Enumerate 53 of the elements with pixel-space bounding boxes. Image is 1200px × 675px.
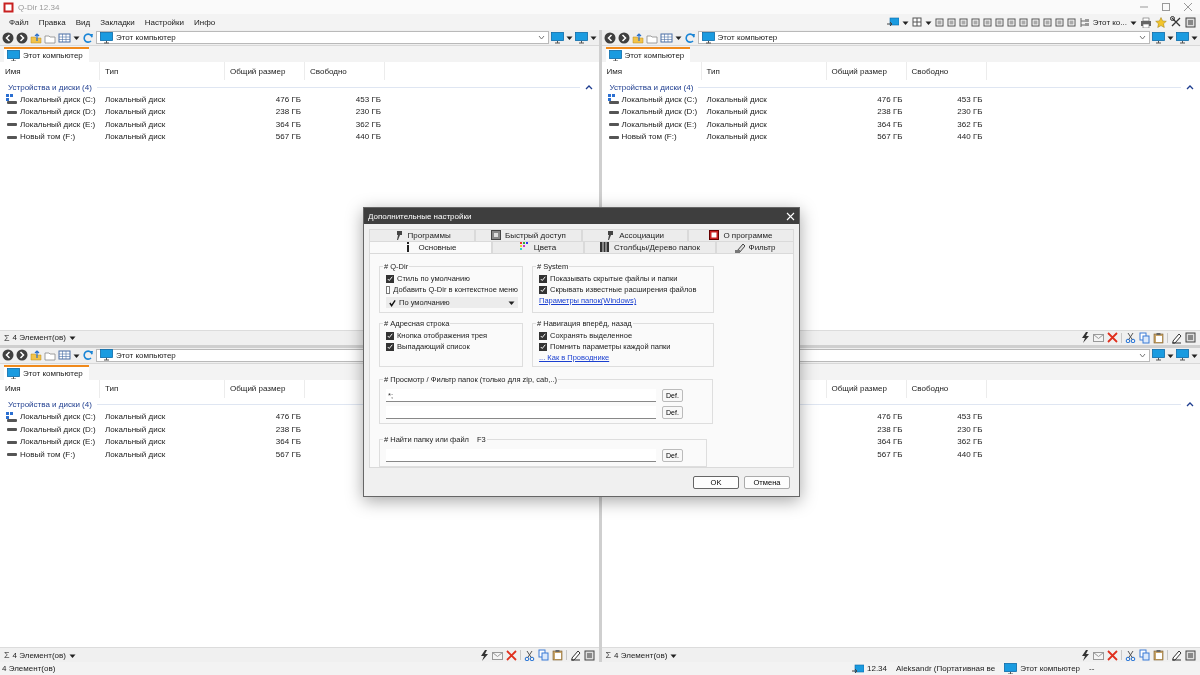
status-text: -- (1089, 664, 1095, 673)
table-cell-text: 476 ГБ (876, 94, 904, 104)
table-cell-text: 238 ГБ (274, 424, 302, 434)
table-cell-text: Локальный диск (104, 107, 167, 117)
table-cell-text: 364 ГБ (876, 119, 904, 129)
table-cell-text: 476 ГБ (274, 412, 302, 422)
sum-icon: Σ (4, 650, 10, 660)
table-cell-text: Локальный диск (104, 449, 167, 459)
table-cell-text: 440 ГБ (354, 132, 382, 142)
address-text: Этот компьютер (116, 350, 177, 360)
table-cell-text: 476 ГБ (876, 412, 904, 422)
table-cell-text: Локальный диск (104, 424, 167, 434)
table-cell-text: 364 ГБ (274, 119, 302, 129)
table-cell-text: 238 ГБ (274, 107, 302, 117)
table-cell-text: Локальный диск (705, 94, 768, 104)
table-cell-text: 440 ГБ (956, 449, 984, 459)
table-cell-text: 453 ГБ (956, 94, 984, 104)
table-cell-text: 567 ГБ (876, 449, 904, 459)
table-cell-text: Локальный диск (705, 119, 768, 129)
table-cell-text: 453 ГБ (956, 412, 984, 422)
table-cell-text: Локальный диск (104, 437, 167, 447)
table-cell-text: Локальный диск (104, 119, 167, 129)
sum-icon: Σ (4, 332, 10, 343)
table-cell-text: 362 ГБ (956, 437, 984, 447)
table-cell-text: 230 ГБ (956, 424, 984, 434)
table-cell-text: Локальный диск (104, 132, 167, 142)
window-title: Q-Dir 12.34 (18, 2, 60, 12)
table-cell-text: 238 ГБ (876, 107, 904, 117)
sum-icon: Σ (605, 650, 612, 660)
table-cell-text: Локальный диск (104, 94, 167, 104)
table-cell-text: 230 ГБ (354, 107, 382, 117)
user-text: Aleksandr (Портативная ве (896, 664, 996, 673)
table-cell-text: 567 ГБ (274, 132, 302, 142)
table-cell-text: 440 ГБ (956, 132, 984, 142)
location-text: Этот компьютер (1020, 664, 1081, 673)
table-cell-text: 364 ГБ (274, 437, 302, 447)
table-cell-text: 364 ГБ (876, 437, 904, 447)
table-cell-text: Локальный диск (705, 132, 768, 142)
table-cell-text: 230 ГБ (956, 107, 984, 117)
table-cell-text: Локальный диск (104, 412, 167, 422)
version-text: 12.34 (867, 664, 888, 673)
address-text: Этот компьютер (717, 33, 779, 42)
table-cell-text: 567 ГБ (274, 449, 302, 459)
table-cell-text: 567 ГБ (876, 132, 904, 142)
table-cell-text: Локальный диск (705, 107, 768, 117)
address-text: Этот компьютер (116, 33, 177, 42)
table-cell-text: 476 ГБ (274, 94, 302, 104)
table-cell-text: 362 ГБ (956, 119, 984, 129)
dialog-title: Дополнительные настройки (368, 211, 473, 221)
status-text: 4 Элемент(ов) (2, 664, 57, 673)
table-cell-text: 238 ГБ (876, 424, 904, 434)
table-cell-text: 453 ГБ (354, 94, 382, 104)
table-cell-text: 362 ГБ (354, 119, 382, 129)
